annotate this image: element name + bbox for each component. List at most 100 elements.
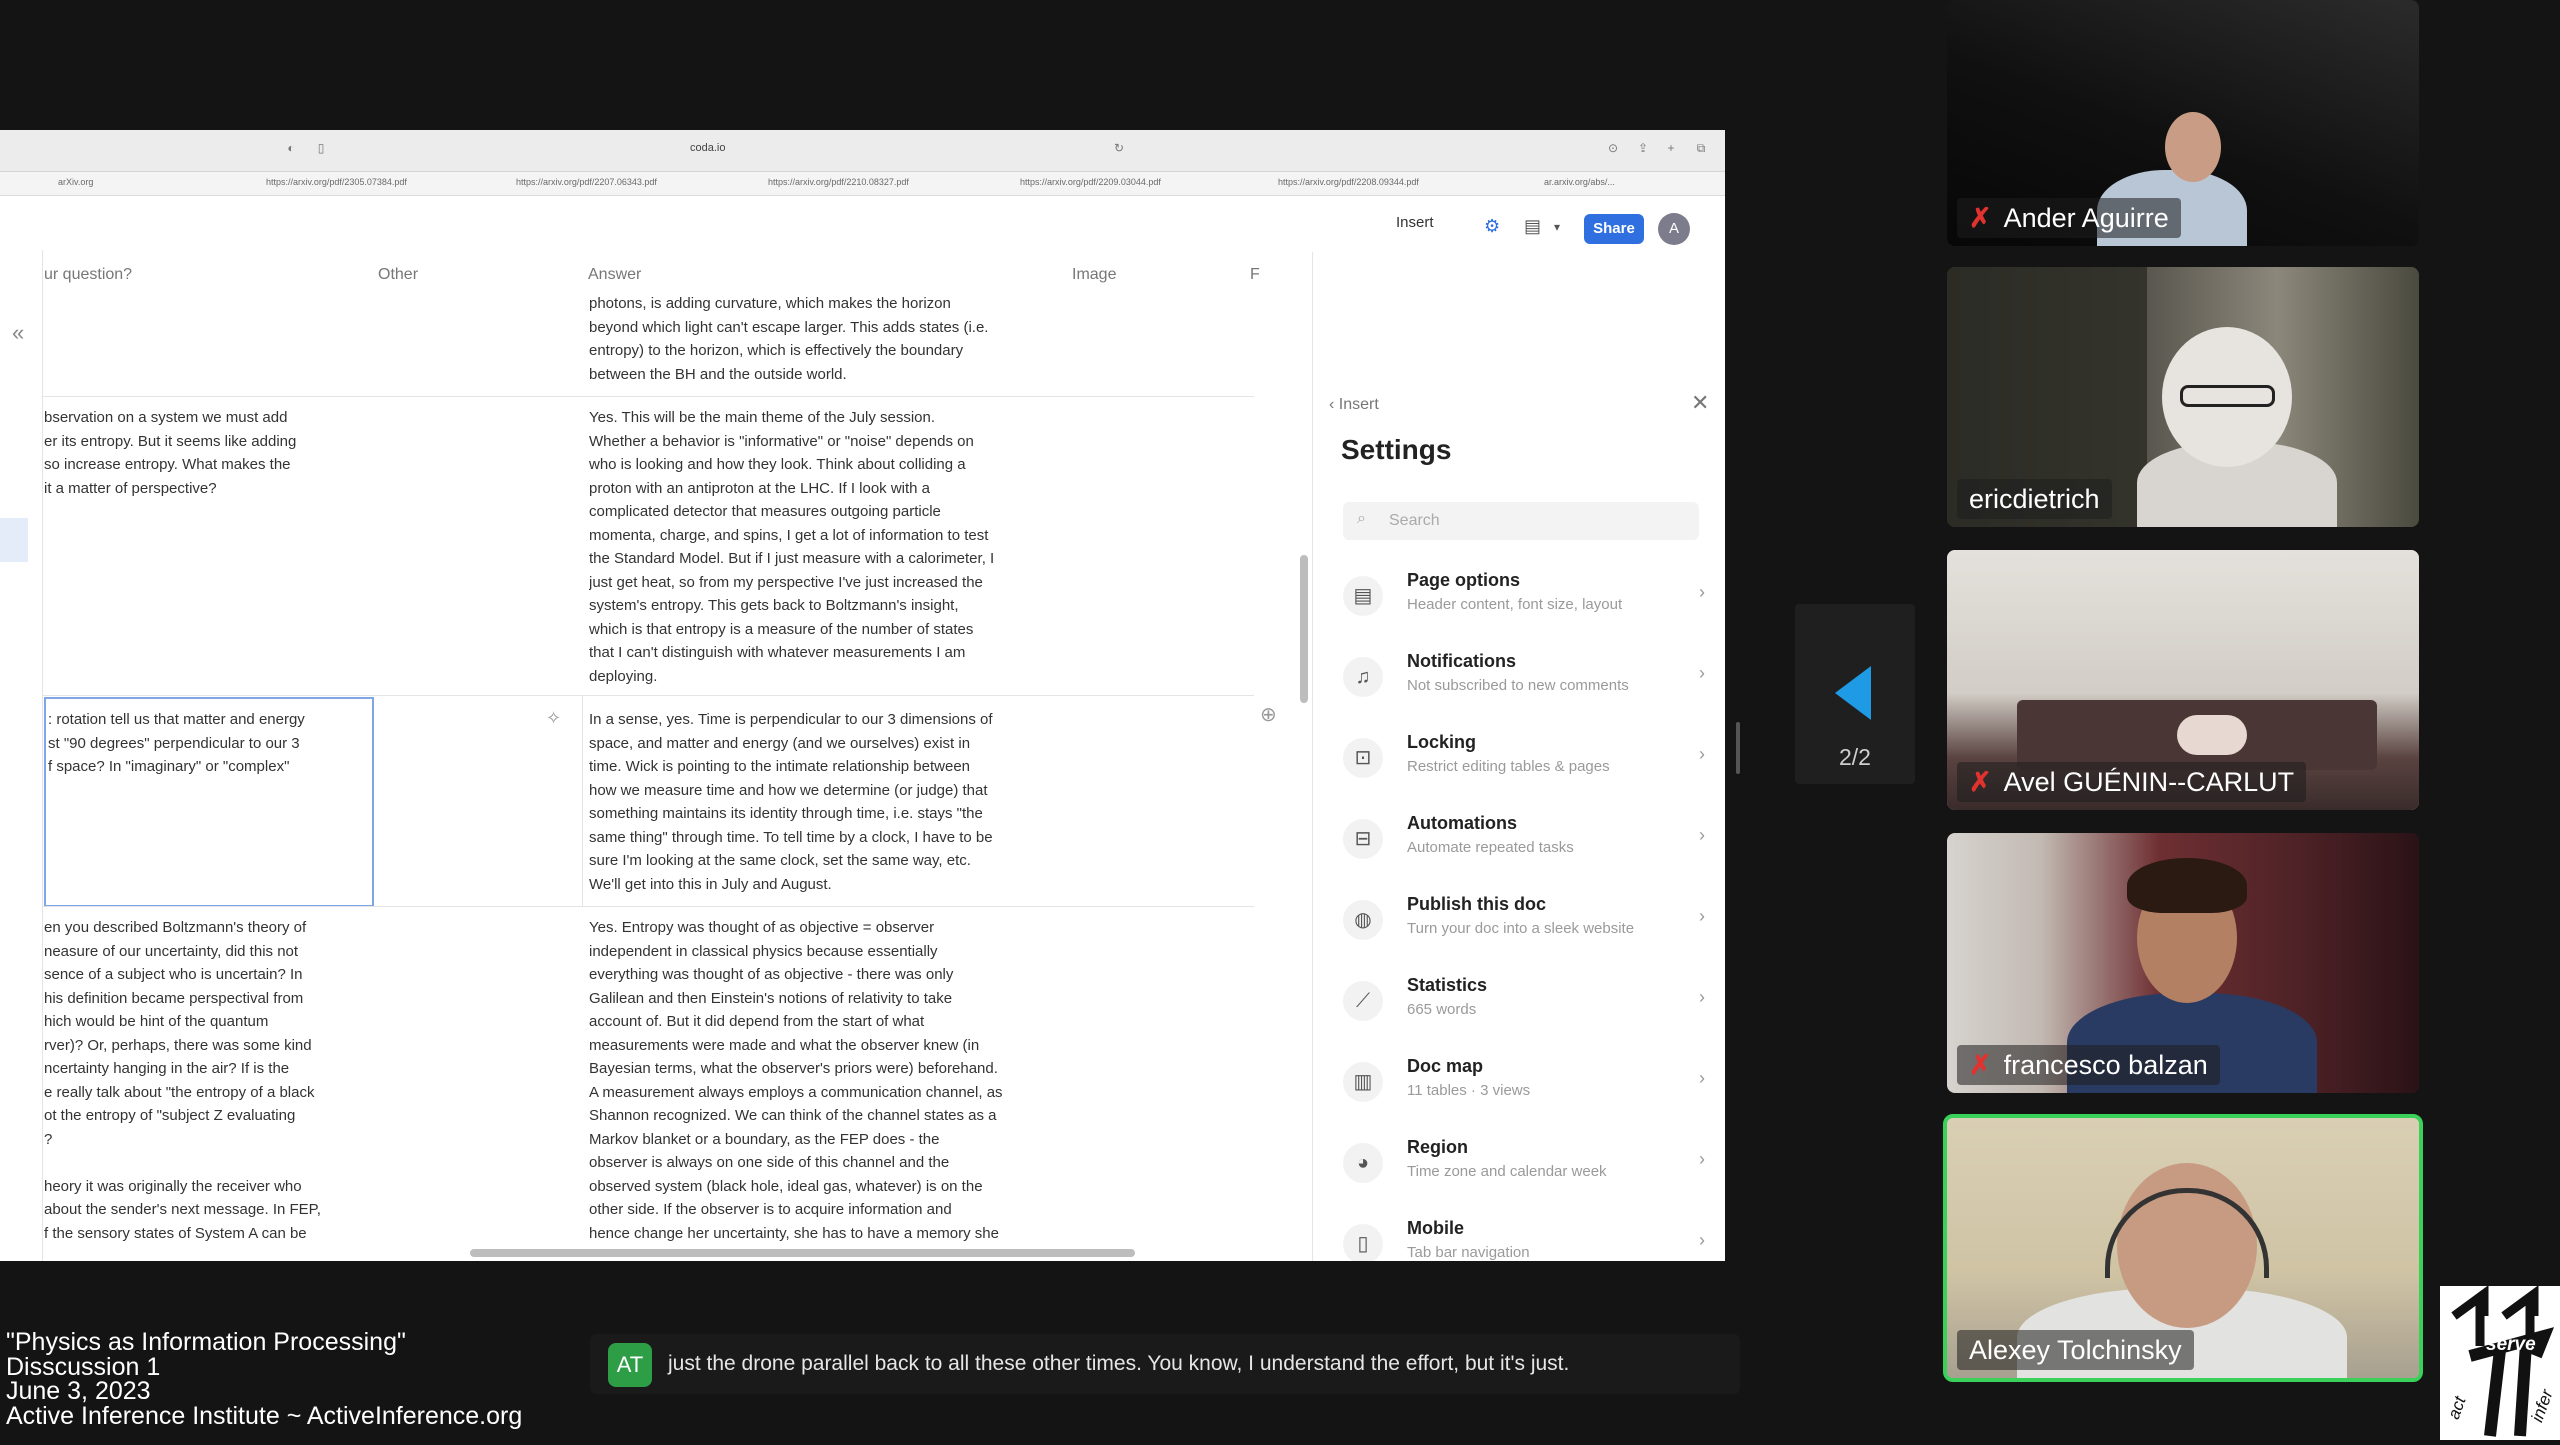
insert-button[interactable]: Insert: [1396, 214, 1434, 231]
chevron-right-icon: ›: [1699, 1149, 1705, 1169]
back-to-insert-link[interactable]: ‹ Insert: [1329, 396, 1379, 414]
chevron-down-icon[interactable]: ▾: [1554, 220, 1560, 234]
new-tab-icon[interactable]: +: [1664, 141, 1678, 155]
back-label: Insert: [1338, 396, 1379, 413]
row-divider: [42, 695, 1254, 696]
robot-icon: ⊟: [1343, 819, 1383, 859]
chevron-right-icon: ›: [1699, 663, 1705, 683]
event-lower-third: "Physics as Information Processing" Diss…: [6, 1330, 586, 1428]
participant-name: Avel GUÉNIN--CARLUT: [2003, 767, 2295, 797]
horizontal-scrollbar[interactable]: [470, 1249, 1135, 1257]
caption-text: just the drone parallel back to all thes…: [668, 1352, 1570, 1375]
column-header-f[interactable]: F: [1250, 266, 1260, 284]
map-icon: ▥: [1343, 1062, 1383, 1102]
previous-page-icon[interactable]: [1833, 664, 1873, 722]
address-bar[interactable]: coda.io: [690, 142, 725, 154]
settings-item-subtitle: Time zone and calendar week: [1407, 1163, 1607, 1180]
column-header-answer[interactable]: Answer: [588, 266, 641, 284]
browser-tab[interactable]: https://arxiv.org/pdf/2305.07384.pdf: [266, 177, 407, 187]
participant-name: Ander Aguirre: [2003, 203, 2169, 233]
browser-tab[interactable]: https://arxiv.org/pdf/2207.06343.pdf: [516, 177, 657, 187]
add-comment-icon[interactable]: ⊕: [1260, 702, 1277, 727]
ai-sparkle-icon[interactable]: ✧: [546, 708, 561, 729]
active-speaker-tile[interactable]: Alexey Tolchinsky: [1943, 1114, 2423, 1382]
shield-icon[interactable]: ◐: [284, 141, 298, 155]
settings-item-statistics[interactable]: ⟋ Statistics 665 words ›: [1327, 965, 1717, 1037]
tabs-overview-icon[interactable]: ⧉: [1694, 141, 1708, 155]
video-tile[interactable]: ✗ Avel GUÉNIN--CARLUT: [1947, 550, 2419, 810]
table-cell-question[interactable]: en you described Boltzmann's theory of n…: [44, 916, 374, 1261]
browser-tab[interactable]: arXiv.org: [58, 177, 93, 187]
column-header-other[interactable]: Other: [378, 266, 418, 284]
participant-name-tag: ✗ francesco balzan: [1957, 1045, 2220, 1085]
share-button[interactable]: Share: [1584, 214, 1644, 244]
video-tile[interactable]: ericdietrich: [1947, 267, 2419, 527]
column-header-image[interactable]: Image: [1072, 266, 1116, 284]
reload-icon[interactable]: ↻: [1112, 141, 1126, 155]
video-tile[interactable]: ✗ francesco balzan: [1947, 833, 2419, 1093]
collapse-sidebar-icon[interactable]: «: [12, 320, 24, 346]
settings-search-input[interactable]: ⌕ Search: [1343, 502, 1699, 540]
browser-tab[interactable]: https://arxiv.org/pdf/2209.03044.pdf: [1020, 177, 1161, 187]
institute-logo: serve act infer: [2440, 1285, 2560, 1440]
settings-item-automations[interactable]: ⊟ Automations Automate repeated tasks ›: [1327, 803, 1717, 875]
settings-title: Settings: [1341, 434, 1452, 465]
browser-tabs: arXiv.org https://arxiv.org/pdf/2305.073…: [0, 172, 1725, 196]
lock-icon: ⊡: [1343, 738, 1383, 778]
download-icon[interactable]: ⊙: [1606, 141, 1620, 155]
share-icon[interactable]: ⇪: [1636, 141, 1650, 155]
settings-item-region[interactable]: ◕ Region Time zone and calendar week ›: [1327, 1127, 1717, 1199]
settings-panel: ‹ Insert ✕ Settings ⌕ Search ▤ Page opti…: [1312, 252, 1725, 1261]
tab-icon[interactable]: ▯: [314, 141, 328, 155]
participant-name: Alexey Tolchinsky: [1969, 1335, 2182, 1365]
browser-tab[interactable]: https://arxiv.org/pdf/2208.09344.pdf: [1278, 177, 1419, 187]
gallery-pager[interactable]: 2/2: [1795, 604, 1915, 784]
settings-item-doc-map[interactable]: ▥ Doc map 11 tables · 3 views ›: [1327, 1046, 1717, 1118]
vertical-scrollbar[interactable]: [1300, 555, 1308, 703]
participant-hair: [2127, 858, 2247, 913]
close-icon[interactable]: ✕: [1691, 390, 1709, 416]
event-organizer: Active Inference Institute ~ ActiveInfer…: [6, 1401, 523, 1430]
chevron-left-icon: ‹: [1329, 396, 1339, 413]
settings-item-subtitle: Restrict editing tables & pages: [1407, 758, 1610, 775]
settings-item-publish[interactable]: ◍ Publish this doc Turn your doc into a …: [1327, 884, 1717, 956]
table-cell-answer[interactable]: photons, is adding curvature, which make…: [589, 292, 1089, 392]
settings-item-title: Locking: [1407, 732, 1477, 752]
settings-item-page-options[interactable]: ▤ Page options Header content, font size…: [1327, 560, 1717, 632]
settings-gear-icon[interactable]: ⚙: [1484, 216, 1500, 237]
settings-item-subtitle: Automate repeated tasks: [1407, 839, 1574, 856]
settings-item-locking[interactable]: ⊡ Locking Restrict editing tables & page…: [1327, 722, 1717, 794]
table-cell-answer[interactable]: Yes. Entropy was thought of as objective…: [589, 916, 1089, 1261]
region-icon: ◕: [1343, 1143, 1383, 1183]
browser-tab[interactable]: https://arxiv.org/pdf/2210.08327.pdf: [768, 177, 909, 187]
settings-item-title: Page options: [1407, 570, 1521, 590]
comments-icon[interactable]: ▤: [1524, 216, 1541, 237]
participant-name-tag: Alexey Tolchinsky: [1957, 1330, 2194, 1370]
table-cell-answer[interactable]: In a sense, yes. Time is perpendicular t…: [589, 708, 1089, 903]
settings-item-notifications[interactable]: ♫ Notifications Not subscribed to new co…: [1327, 641, 1717, 713]
search-placeholder: Search: [1389, 512, 1440, 529]
video-tile[interactable]: ✗ Ander Aguirre: [1947, 0, 2419, 246]
browser-tab[interactable]: ar.arxiv.org/abs/...: [1544, 177, 1615, 187]
user-avatar[interactable]: A: [1658, 213, 1690, 245]
column-divider: [582, 695, 583, 906]
doc-toolbar: Insert ⚙ ▤ ▾ Share A: [1300, 206, 1725, 252]
event-title: "Physics as Information Processing": [6, 1328, 406, 1356]
bell-icon: ♫: [1343, 657, 1383, 697]
settings-item-title: Notifications: [1407, 651, 1517, 671]
table-cell-answer[interactable]: Yes. This will be the main theme of the …: [589, 406, 1089, 696]
resize-handle[interactable]: [1736, 722, 1740, 774]
page-indicator: 2/2: [1839, 744, 1871, 770]
table-cell-question[interactable]: : rotation tell us that matter and energ…: [48, 708, 370, 898]
muted-mic-icon: ✗: [1969, 203, 1992, 233]
table-cell-question[interactable]: bservation on a system we must add er it…: [44, 406, 374, 546]
column-header-question[interactable]: ur question?: [44, 266, 132, 284]
settings-item-title: Doc map: [1407, 1056, 1484, 1076]
search-icon: ⌕: [1357, 510, 1366, 527]
participant-name-tag: ✗ Avel GUÉNIN--CARLUT: [1957, 762, 2307, 802]
settings-item-title: Automations: [1407, 813, 1517, 833]
settings-item-mobile[interactable]: ▯ Mobile Tab bar navigation ›: [1327, 1208, 1717, 1261]
logo-word-serve: serve: [2486, 1334, 2536, 1355]
settings-item-subtitle: Header content, font size, layout: [1407, 596, 1623, 613]
chevron-right-icon: ›: [1699, 987, 1705, 1007]
